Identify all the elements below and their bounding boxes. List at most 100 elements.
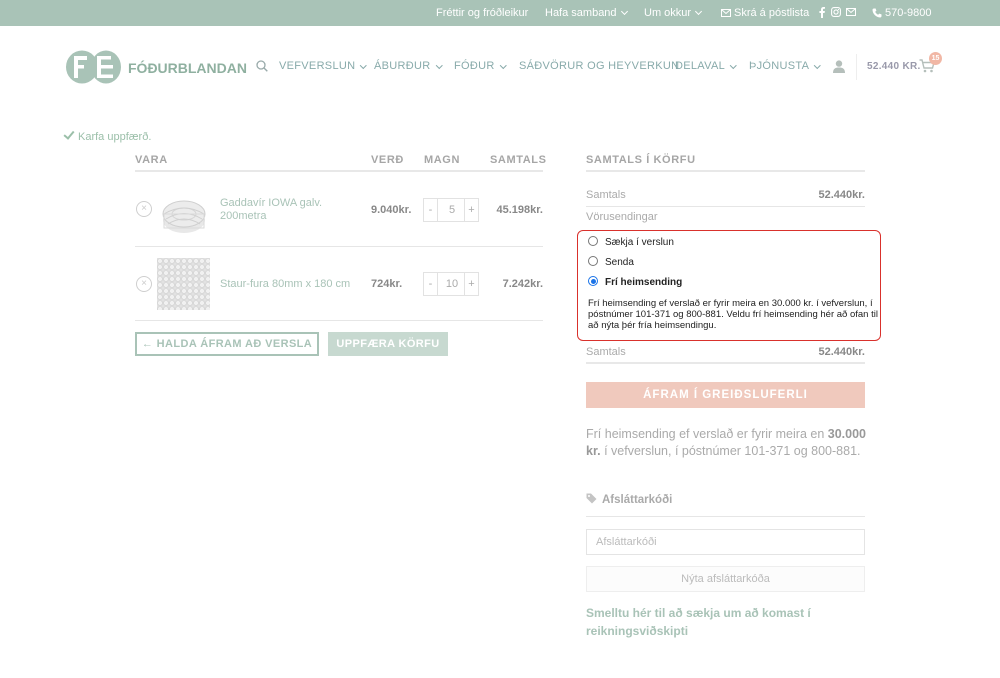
about-label: Um okkur	[644, 7, 692, 19]
chevron-down-icon	[730, 61, 737, 68]
chevron-down-icon	[499, 61, 507, 68]
shipping-option-free-delivery[interactable]: Frí heimsending	[588, 276, 682, 290]
shipping-option-pickup[interactable]: Sækja í verslun	[588, 236, 674, 250]
free-shipping-text: í vefverslun, í póstnúmer 101-371 og 800…	[600, 444, 861, 458]
proceed-to-checkout-button[interactable]: ÁFRAM Í GREIÐSLUFERLI	[586, 382, 865, 408]
tag-icon	[586, 493, 597, 504]
shipping-option-label: Sækja í verslun	[605, 237, 674, 248]
col-header-product: VARA	[135, 154, 168, 166]
nav-label: DELAVAL	[675, 60, 725, 72]
item-subtotal: 7.242kr.	[502, 278, 543, 290]
total-label: Samtals	[586, 346, 626, 358]
cart-total[interactable]: 52.440 KR.	[867, 61, 921, 75]
increase-qty-button[interactable]: +	[464, 273, 478, 295]
free-shipping-text: Frí heimsending ef verslað er fyrir meir…	[586, 427, 828, 441]
header-divider	[856, 54, 857, 80]
apply-coupon-button[interactable]: Nýta afsláttarkóða	[586, 566, 865, 592]
coupon-divider	[586, 516, 865, 517]
user-icon[interactable]	[833, 60, 845, 73]
cart-totals-heading: SAMTALS Í KÖRFU	[586, 154, 696, 166]
email-icon[interactable]	[846, 8, 856, 16]
nav-label: ÁBURÐUR	[374, 60, 431, 72]
newsletter-link[interactable]: Skrá á póstlista	[721, 0, 809, 26]
decrease-qty-button[interactable]: -	[424, 273, 438, 295]
shipping-note: Frí heimsending ef verslað er fyrir meir…	[588, 298, 878, 331]
item-price: 9.040kr.	[371, 204, 412, 216]
product-image[interactable]	[157, 258, 210, 310]
notice-text: Karfa uppfærð.	[78, 131, 152, 143]
newsletter-label: Skrá á póstlista	[734, 7, 810, 19]
nav-label: FÓÐUR	[454, 60, 495, 72]
remove-item-button[interactable]: ×	[136, 201, 152, 217]
cart-updated-notice: Karfa uppfærð.	[63, 128, 152, 143]
chevron-down-icon	[695, 7, 703, 16]
quantity-stepper: - 10 +	[423, 272, 479, 296]
facebook-icon[interactable]	[819, 7, 825, 18]
totals-divider	[586, 206, 865, 207]
product-image[interactable]	[158, 192, 210, 238]
checkmark-icon	[63, 128, 75, 140]
quantity-input[interactable]: 5	[438, 199, 466, 221]
row-divider	[135, 246, 543, 247]
nav-delaval[interactable]: DELAVAL	[675, 60, 737, 74]
remove-item-button[interactable]: ×	[136, 276, 152, 292]
chevron-down-icon	[360, 61, 367, 68]
row-divider	[135, 320, 543, 321]
nav-label: ÞJÓNUSTA	[749, 60, 810, 72]
shipping-option-send[interactable]: Senda	[588, 256, 634, 270]
update-cart-button[interactable]: UPPFÆRA KÖRFU	[328, 332, 448, 356]
radio-button[interactable]	[588, 256, 598, 266]
subtotal-label: Samtals	[586, 189, 626, 201]
nav-fodur[interactable]: FÓÐUR	[454, 60, 507, 74]
chevron-down-icon	[814, 61, 821, 68]
quantity-input[interactable]: 10	[438, 273, 466, 295]
nav-aburdur[interactable]: ÁBURÐUR	[374, 60, 442, 74]
nav-label: SÁÐVÖRUR OG HEYVERKUN	[519, 60, 680, 72]
credit-account-link[interactable]: Smelltu hér til að sækja um að komast í …	[586, 604, 846, 640]
instagram-icon[interactable]	[831, 7, 841, 17]
total-divider	[586, 362, 865, 364]
totals-header-divider	[586, 170, 865, 172]
coupon-code-input[interactable]: Afsláttarkóði	[586, 529, 865, 555]
free-shipping-info: Frí heimsending ef verslað er fyrir meir…	[586, 426, 866, 460]
continue-shopping-button[interactable]: ← HALDA ÁFRAM AÐ VERSLA	[135, 332, 319, 356]
col-header-qty: MAGN	[424, 154, 461, 166]
shipping-label: Vörusendingar	[586, 211, 658, 223]
nav-sadvorur[interactable]: SÁÐVÖRUR OG HEYVERKUN	[519, 60, 679, 74]
news-link[interactable]: Fréttir og fróðleikur	[436, 0, 528, 26]
col-header-price: VERÐ	[371, 154, 404, 166]
coupon-heading-text: Afsláttarkóði	[602, 494, 673, 506]
nav-label: VEFVERSLUN	[279, 60, 356, 72]
cart-count-badge: 15	[929, 52, 942, 65]
table-header-divider	[135, 170, 543, 172]
chevron-down-icon	[435, 61, 442, 68]
product-name-link[interactable]: Staur-fura 80mm x 180 cm	[220, 278, 350, 291]
chevron-down-icon	[620, 7, 628, 16]
phone-number: 570-9800	[885, 7, 932, 19]
contact-menu[interactable]: Hafa samband	[545, 0, 628, 26]
about-menu[interactable]: Um okkur	[644, 0, 703, 26]
phone-icon	[872, 8, 882, 18]
decrease-qty-button[interactable]: -	[424, 199, 438, 221]
top-bar: Fréttir og fróðleikur Hafa samband Um ok…	[0, 0, 1000, 26]
logo[interactable]: FÓÐURBLANDAN	[66, 50, 247, 84]
item-price: 724kr.	[371, 278, 403, 290]
item-subtotal: 45.198kr.	[496, 204, 544, 216]
subtotal-value: 52.440kr.	[818, 189, 866, 201]
nav-thjonusta[interactable]: ÞJÓNUSTA	[749, 60, 821, 74]
phone-link[interactable]: 570-9800	[872, 0, 932, 26]
contact-label: Hafa samband	[545, 7, 617, 19]
col-header-total: SAMTALS	[490, 154, 547, 166]
logo-mark-icon	[66, 50, 121, 84]
coupon-heading: Afsláttarkóði	[586, 493, 672, 506]
search-icon[interactable]	[256, 60, 268, 72]
shipping-options-panel: Sækja í verslun Senda Frí heimsending Fr…	[577, 230, 881, 341]
radio-button[interactable]	[588, 236, 598, 246]
product-name-link[interactable]: Gaddavír IOWA galv. 200metra	[220, 197, 350, 223]
quantity-stepper: - 5 +	[423, 198, 479, 222]
envelope-icon	[721, 9, 731, 18]
nav-vefverslun[interactable]: VEFVERSLUN	[279, 60, 367, 74]
radio-button-selected[interactable]	[588, 276, 598, 286]
shipping-option-label: Frí heimsending	[605, 277, 683, 288]
increase-qty-button[interactable]: +	[464, 199, 478, 221]
